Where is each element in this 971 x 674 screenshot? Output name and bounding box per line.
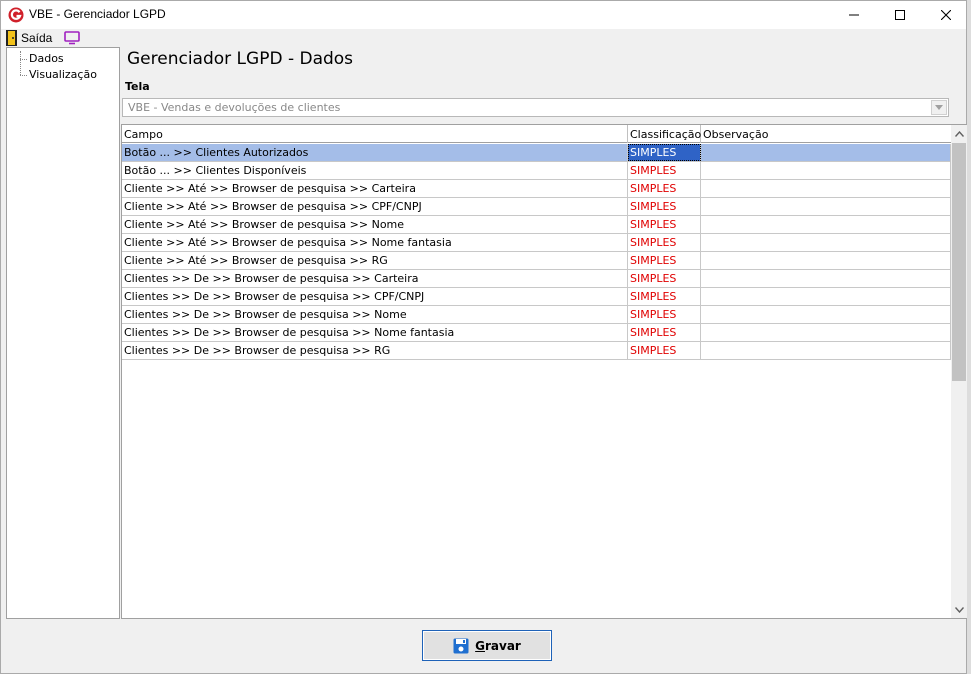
tela-select[interactable]: VBE - Vendas e devoluções de clientes xyxy=(122,98,949,117)
floppy-disk-icon xyxy=(453,638,469,653)
cell-classificacao[interactable]: SIMPLES xyxy=(628,324,701,341)
minimize-icon xyxy=(849,14,859,16)
window-title: VBE - Gerenciador LGPD xyxy=(29,7,166,21)
cell-observacao[interactable] xyxy=(701,288,951,305)
navigation-tree: Dados Visualização xyxy=(6,47,120,619)
cell-observacao[interactable] xyxy=(701,306,951,323)
save-button[interactable]: Gravar xyxy=(422,630,552,661)
cell-observacao[interactable] xyxy=(701,216,951,233)
cell-observacao[interactable] xyxy=(701,180,951,197)
grid-header: Campo Classificação Observação xyxy=(122,125,951,143)
cell-campo[interactable]: Botão ... >> Clientes Autorizados xyxy=(122,144,628,161)
tree-connector xyxy=(20,51,21,75)
cell-campo[interactable]: Clientes >> De >> Browser de pesquisa >>… xyxy=(122,288,628,305)
cell-campo[interactable]: Botão ... >> Clientes Disponíveis xyxy=(122,162,628,179)
chevron-up-icon xyxy=(954,130,964,137)
door-exit-icon xyxy=(6,30,17,46)
tree-connector xyxy=(20,75,27,76)
cell-observacao[interactable] xyxy=(701,234,951,251)
table-row[interactable]: Cliente >> Até >> Browser de pesquisa >>… xyxy=(122,180,951,198)
cell-campo[interactable]: Clientes >> De >> Browser de pesquisa >>… xyxy=(122,270,628,287)
cell-campo[interactable]: Cliente >> Até >> Browser de pesquisa >>… xyxy=(122,234,628,251)
cell-campo[interactable]: Clientes >> De >> Browser de pesquisa >>… xyxy=(122,324,628,341)
cell-classificacao[interactable]: SIMPLES xyxy=(628,180,701,197)
cell-observacao[interactable] xyxy=(701,324,951,341)
minimize-button[interactable] xyxy=(831,1,877,29)
app-logo-icon xyxy=(8,7,24,23)
table-row[interactable]: Clientes >> De >> Browser de pesquisa >>… xyxy=(122,342,951,360)
cell-classificacao[interactable]: SIMPLES xyxy=(628,270,701,287)
monitor-icon[interactable] xyxy=(64,31,80,45)
table-row[interactable]: Clientes >> De >> Browser de pesquisa >>… xyxy=(122,324,951,342)
close-icon xyxy=(941,10,951,20)
dropdown-button[interactable] xyxy=(931,100,947,115)
maximize-icon xyxy=(895,10,905,20)
cell-classificacao[interactable]: SIMPLES xyxy=(628,342,701,359)
table-row[interactable]: Clientes >> De >> Browser de pesquisa >>… xyxy=(122,306,951,324)
cell-classificacao[interactable]: SIMPLES xyxy=(628,216,701,233)
cell-classificacao[interactable]: SIMPLES xyxy=(628,306,701,323)
cell-campo[interactable]: Cliente >> Até >> Browser de pesquisa >>… xyxy=(122,216,628,233)
cell-classificacao[interactable]: SIMPLES xyxy=(628,198,701,215)
title-bar: VBE - Gerenciador LGPD xyxy=(1,1,966,29)
cell-observacao[interactable] xyxy=(701,270,951,287)
table-row[interactable]: Clientes >> De >> Browser de pesquisa >>… xyxy=(122,288,951,306)
chevron-down-icon xyxy=(935,105,943,110)
table-row[interactable]: Cliente >> Até >> Browser de pesquisa >>… xyxy=(122,198,951,216)
cell-campo[interactable]: Clientes >> De >> Browser de pesquisa >>… xyxy=(122,306,628,323)
tela-select-value: VBE - Vendas e devoluções de clientes xyxy=(128,101,341,114)
table-row[interactable]: Botão ... >> Clientes Autorizados SIMPLES xyxy=(122,144,951,162)
table-row[interactable]: Clientes >> De >> Browser de pesquisa >>… xyxy=(122,270,951,288)
maximize-button[interactable] xyxy=(877,1,923,29)
close-button[interactable] xyxy=(923,1,969,29)
column-header-observacao[interactable]: Observação xyxy=(701,125,951,143)
app-window: VBE - Gerenciador LGPD Saída Dados Visua… xyxy=(0,0,968,674)
cell-observacao[interactable] xyxy=(701,198,951,215)
cell-classificacao[interactable]: SIMPLES xyxy=(628,234,701,251)
scrollbar-thumb[interactable] xyxy=(952,143,966,381)
exit-menu-item[interactable]: Saída xyxy=(6,30,52,46)
column-header-campo[interactable]: Campo xyxy=(122,125,628,143)
cell-classificacao[interactable]: SIMPLES xyxy=(628,144,701,161)
page-title: Gerenciador LGPD - Dados xyxy=(127,49,354,69)
cell-classificacao[interactable]: SIMPLES xyxy=(628,162,701,179)
table-row[interactable]: Cliente >> Até >> Browser de pesquisa >>… xyxy=(122,216,951,234)
table-row[interactable]: Botão ... >> Clientes Disponíveis SIMPLES xyxy=(122,162,951,180)
tela-label: Tela xyxy=(125,80,150,93)
cell-campo[interactable]: Cliente >> Até >> Browser de pesquisa >>… xyxy=(122,180,628,197)
scroll-down-button[interactable] xyxy=(951,601,967,618)
cell-observacao[interactable] xyxy=(701,252,951,269)
cell-classificacao[interactable]: SIMPLES xyxy=(628,252,701,269)
chevron-down-icon xyxy=(954,606,964,613)
save-label: Gravar xyxy=(475,638,521,653)
table-row[interactable]: Cliente >> Até >> Browser de pesquisa >>… xyxy=(122,234,951,252)
scroll-up-button[interactable] xyxy=(951,125,967,142)
tree-item-dados[interactable]: Dados xyxy=(29,52,64,65)
column-header-classificacao[interactable]: Classificação xyxy=(628,125,701,143)
exit-label: Saída xyxy=(21,31,53,45)
cell-classificacao[interactable]: SIMPLES xyxy=(628,288,701,305)
data-grid: Campo Classificação Observação Botão ...… xyxy=(121,124,968,619)
cell-observacao[interactable] xyxy=(701,144,951,161)
table-row[interactable]: Cliente >> Até >> Browser de pesquisa >>… xyxy=(122,252,951,270)
cell-campo[interactable]: Clientes >> De >> Browser de pesquisa >>… xyxy=(122,342,628,359)
cell-campo[interactable]: Cliente >> Até >> Browser de pesquisa >>… xyxy=(122,198,628,215)
background-edge xyxy=(967,0,971,674)
tree-connector xyxy=(20,59,27,60)
cell-observacao[interactable] xyxy=(701,162,951,179)
vertical-scrollbar[interactable] xyxy=(951,125,967,618)
tree-item-visualizacao[interactable]: Visualização xyxy=(29,68,97,81)
cell-campo[interactable]: Cliente >> Até >> Browser de pesquisa >>… xyxy=(122,252,628,269)
menu-bar: Saída xyxy=(1,29,966,47)
cell-observacao[interactable] xyxy=(701,342,951,359)
